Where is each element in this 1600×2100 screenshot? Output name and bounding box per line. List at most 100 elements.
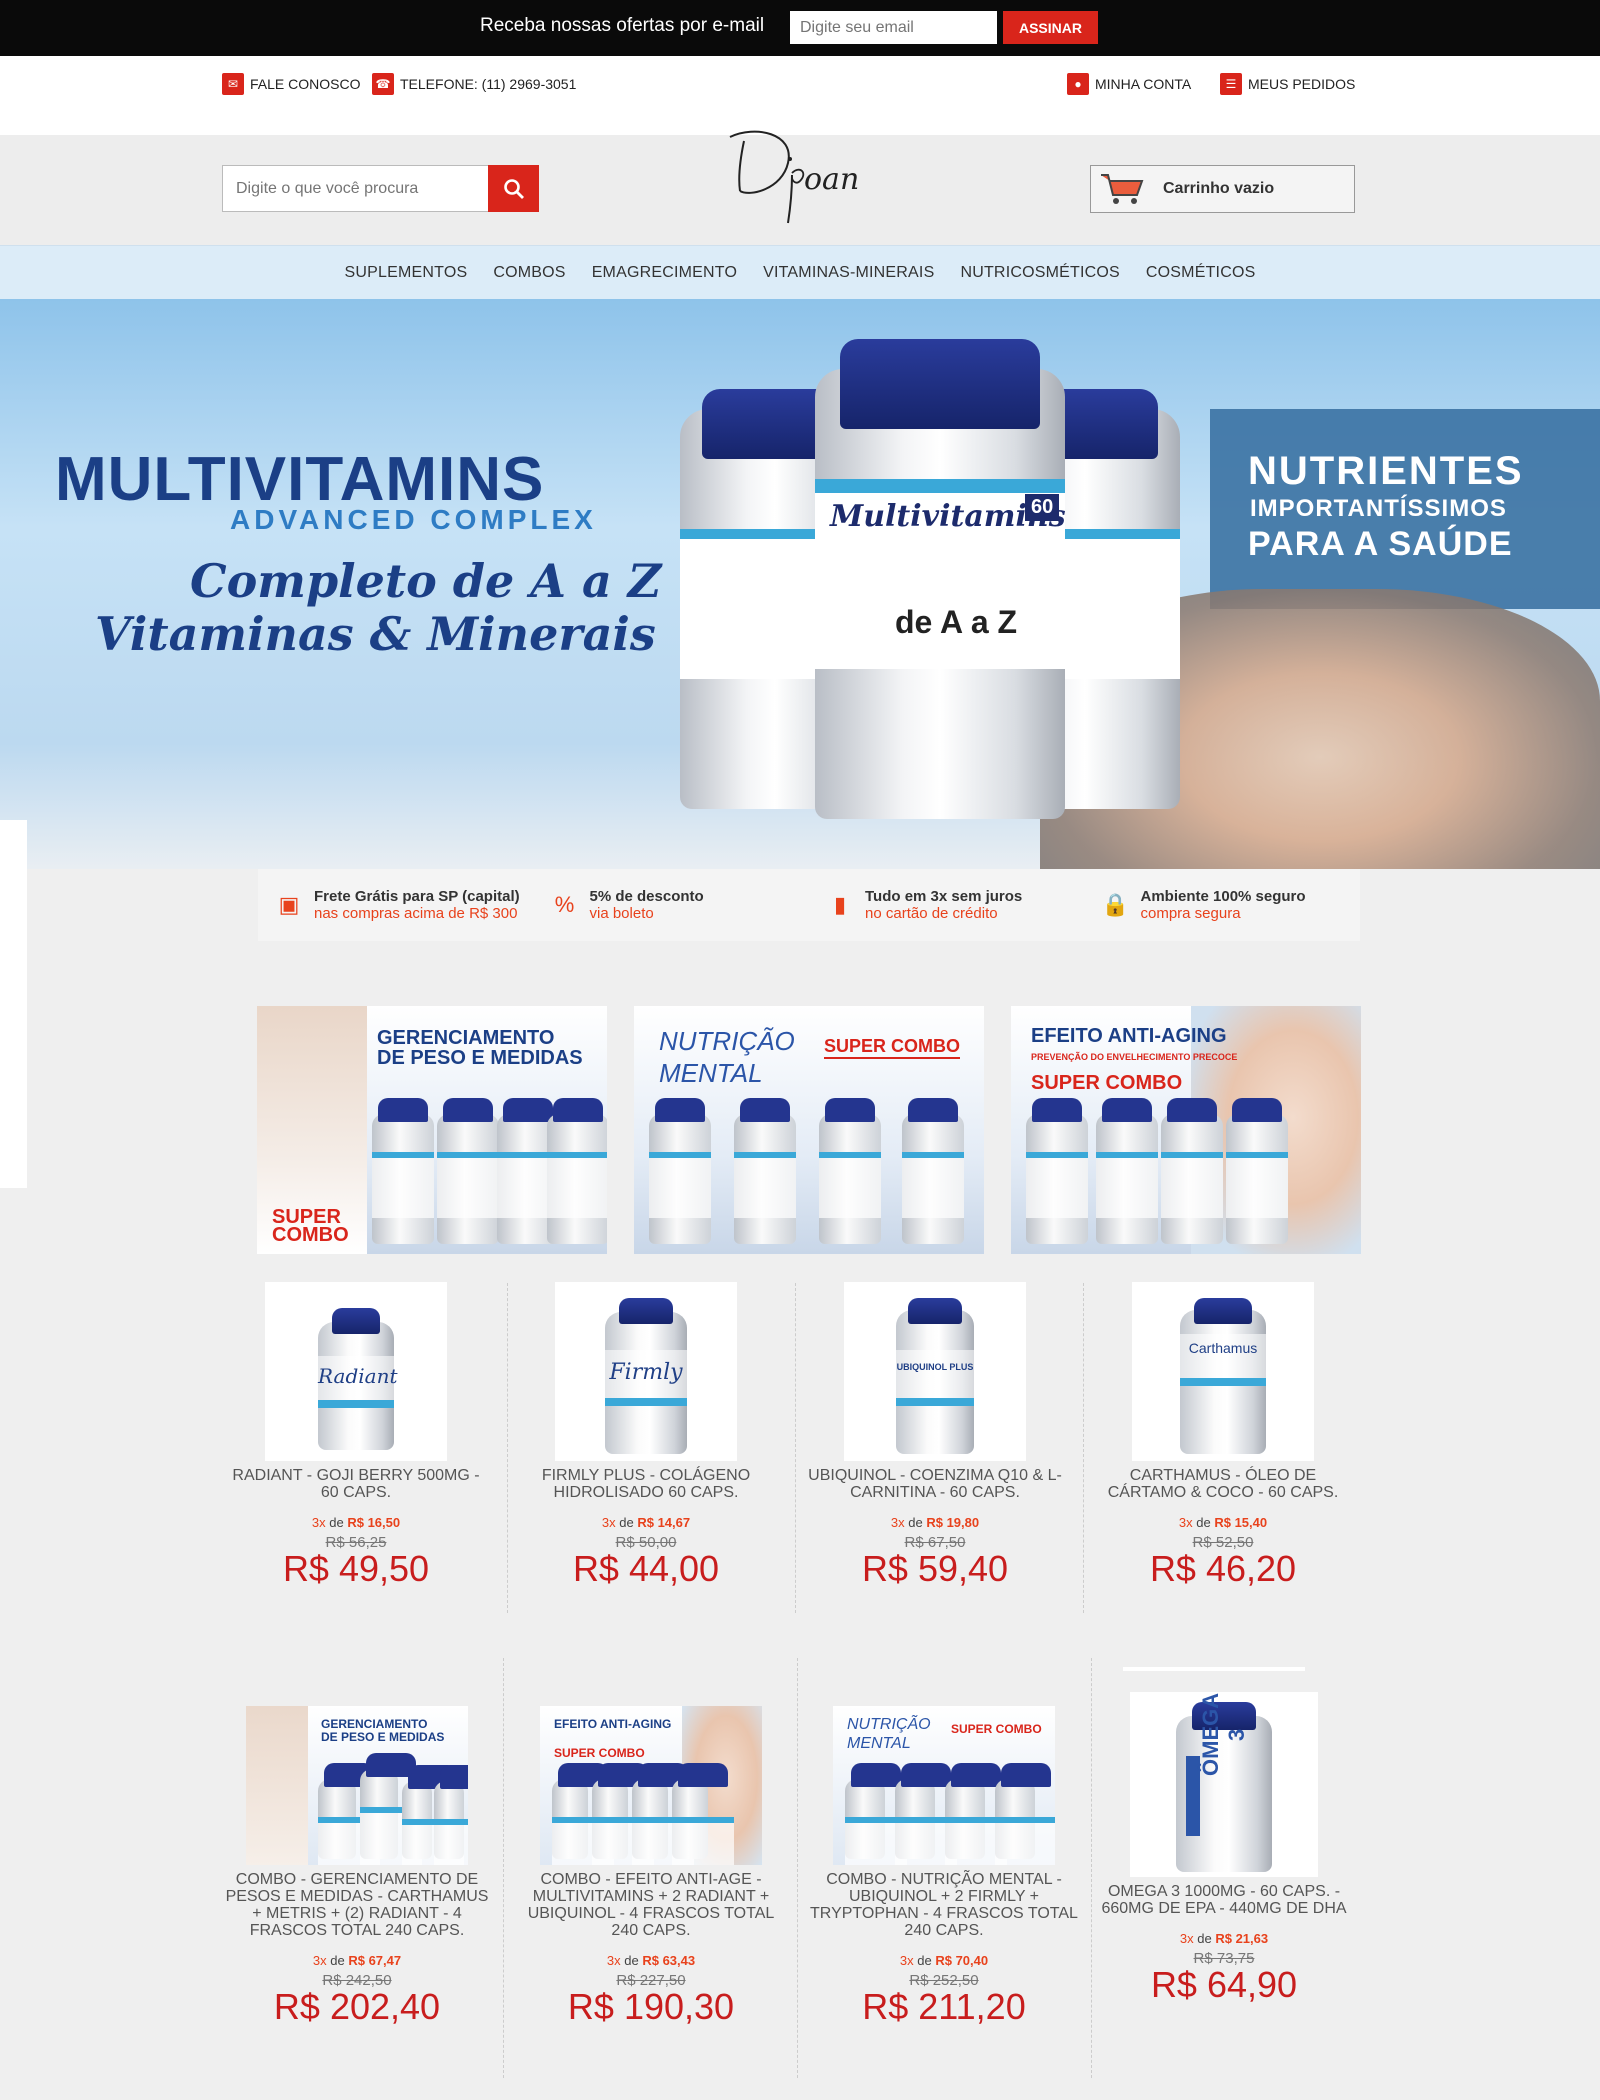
- installments-count: 3x: [1178, 1515, 1193, 1530]
- product-image[interactable]: NUTRIÇÃO MENTAL SUPER COMBO: [833, 1706, 1055, 1865]
- product-card[interactable]: UBIQUINOL PLUS UBIQUINOL - COENZIMA Q10 …: [791, 1282, 1079, 1587]
- product-name[interactable]: COMBO - EFEITO ANTI-AGE - MULTIVITAMINS …: [507, 1871, 795, 1939]
- installments-value: R$ 70,40: [935, 1953, 989, 1968]
- card-icon: ▮: [833, 892, 847, 917]
- product-image[interactable]: EFEITO ANTI-AGING SUPER COMBO: [540, 1706, 762, 1865]
- side-strip: [0, 820, 27, 1188]
- box-icon: ▣: [278, 892, 300, 917]
- benefits-bar: ▣ Frete Grátis para SP (capital) nas comp…: [258, 869, 1360, 941]
- orders-link[interactable]: ☰ MEUS PEDIDOS: [1220, 73, 1355, 95]
- product-price: R$ 49,50: [282, 1548, 430, 1589]
- product-brand-text: UBIQUINOL PLUS: [896, 1362, 974, 1372]
- product-card[interactable]: ÔMEGA 3 ​ OMEGA 3 1000MG - 60 CAPS. - 66…: [1080, 1692, 1368, 2003]
- search-button[interactable]: [488, 165, 539, 212]
- banner-subtitle: ADVANCED COMPLEX: [230, 504, 597, 535]
- installments-de: de: [1196, 1515, 1211, 1530]
- installments-de: de: [624, 1953, 639, 1968]
- product-installments: 3x de R$ 16,50: [212, 1515, 500, 1530]
- nav-item-cosmeticos[interactable]: COSMÉTICOS: [1133, 264, 1269, 282]
- combo-banner-peso[interactable]: GERENCIAMENTO DE PESO E MEDIDAS SUPER CO…: [257, 1006, 607, 1254]
- nav-item-vitaminas-minerais[interactable]: VITAMINAS-MINERAIS: [750, 264, 947, 282]
- product-installments: 3x de R$ 70,40: [800, 1953, 1088, 1968]
- combo-badge-2: COMBO: [272, 1224, 349, 1246]
- banner-right-line-3: PARA A SAÚDE: [1248, 525, 1513, 563]
- product-image[interactable]: GERENCIAMENTO DE PESO E MEDIDAS: [246, 1706, 468, 1865]
- product-name[interactable]: CARTHAMUS - ÓLEO DE CÁRTAMO & COCO - 60 …: [1079, 1467, 1367, 1501]
- bottle-az-text: de A a Z: [895, 604, 1018, 640]
- product-card[interactable]: GERENCIAMENTO DE PESO E MEDIDAS COMBO - …: [213, 1706, 501, 2025]
- installments-count: 3x: [890, 1515, 905, 1530]
- product-installments: 3x de R$ 15,40: [1079, 1515, 1367, 1530]
- installments-value: R$ 16,50: [347, 1515, 401, 1530]
- benefit-text: no cartão de crédito: [865, 905, 998, 922]
- nav-item-suplementos[interactable]: SUPLEMENTOS: [332, 264, 481, 282]
- newsletter-email-input[interactable]: [790, 11, 997, 44]
- benefit-installments: ▮ Tudo em 3x sem juros no cartão de crédi…: [809, 888, 1085, 922]
- svg-text:oan: oan: [804, 162, 859, 197]
- installments-de: de: [908, 1515, 923, 1530]
- product-image[interactable]: UBIQUINOL PLUS: [844, 1282, 1026, 1461]
- installments-value: R$ 14,67: [637, 1515, 691, 1530]
- combo-banner-antiaging[interactable]: EFEITO ANTI-AGING PREVENÇÃO DO ENVELHECI…: [1011, 1006, 1361, 1254]
- combo-subtitle: DE PESO E MEDIDAS: [377, 1047, 583, 1069]
- product-image[interactable]: Carthamus: [1132, 1282, 1314, 1461]
- product-card[interactable]: Carthamus CARTHAMUS - ÓLEO DE CÁRTAMO & …: [1079, 1282, 1367, 1587]
- percent-icon: %: [554, 892, 575, 917]
- installments-value: R$ 67,47: [348, 1953, 402, 1968]
- combo-banner-mental[interactable]: NUTRIÇÃO MENTAL SUPER COMBO: [634, 1006, 984, 1254]
- installments-de: de: [330, 1953, 345, 1968]
- product-image[interactable]: ÔMEGA 3 ​: [1130, 1692, 1318, 1877]
- hero-banner[interactable]: MULTIVITAMINS ADVANCED COMPLEX Completo …: [0, 299, 1600, 869]
- product-image[interactable]: Firmly: [555, 1282, 737, 1461]
- nav-item-emagrecimento[interactable]: EMAGRECIMENTO: [579, 264, 750, 282]
- account-label: MINHA CONTA: [1095, 76, 1192, 92]
- product-name[interactable]: UBIQUINOL - COENZIMA Q10 & L-CARNITINA -…: [791, 1467, 1079, 1501]
- banner-tagline-2: Vitaminas & Minerais: [95, 607, 656, 661]
- cart-button[interactable]: Carrinho vazio: [1090, 165, 1355, 213]
- newsletter-subscribe-button[interactable]: ASSINAR: [1003, 11, 1098, 44]
- product-name[interactable]: COMBO - GERENCIAMENTO DE PESOS E MEDIDAS…: [213, 1871, 501, 1939]
- banner-right-line-2: IMPORTANTÍSSIMOS: [1250, 495, 1507, 522]
- search-input[interactable]: [222, 165, 489, 212]
- product-card[interactable]: NUTRIÇÃO MENTAL SUPER COMBO COMBO - NUTR…: [800, 1706, 1088, 2025]
- installments-de: de: [329, 1515, 344, 1530]
- product-image[interactable]: Radiant: [265, 1282, 447, 1461]
- installments-count: 3x: [601, 1515, 616, 1530]
- product-name[interactable]: COMBO - NUTRIÇÃO MENTAL - UBIQUINOL + 2 …: [800, 1871, 1088, 1939]
- installments-count: 3x: [1179, 1931, 1194, 1946]
- product-card[interactable]: EFEITO ANTI-AGING SUPER COMBO COMBO - EF…: [507, 1706, 795, 2025]
- product-name[interactable]: RADIANT - GOJI BERRY 500MG - 60 CAPS.: [212, 1467, 500, 1501]
- benefit-text: via boleto: [589, 905, 654, 922]
- benefit-text: compra segura: [1140, 905, 1241, 922]
- product-price: R$ 211,20: [862, 1986, 1026, 2027]
- combo-title: GERENCIAMENTO: [377, 1027, 555, 1049]
- account-link[interactable]: ● MINHA CONTA: [1067, 73, 1191, 95]
- product-card[interactable]: Firmly FIRMLY PLUS - COLÁGENO HIDROLISAD…: [502, 1282, 790, 1587]
- bottle-count: 60: [1025, 494, 1060, 521]
- cart-label: Carrinho vazio: [1163, 180, 1275, 197]
- combo-thumb-subtitle: MENTAL: [847, 1735, 911, 1752]
- benefit-title: 5% de desconto: [589, 888, 704, 905]
- orders-label: MEUS PEDIDOS: [1248, 76, 1356, 92]
- nav-item-combos[interactable]: COMBOS: [480, 264, 578, 282]
- product-brand-text: Carthamus: [1188, 1340, 1258, 1356]
- combo-subtitle: MENTAL: [659, 1058, 763, 1088]
- logo[interactable]: oan: [700, 115, 880, 225]
- product-name[interactable]: OMEGA 3 1000MG - 60 CAPS. - 660MG DE EPA…: [1080, 1883, 1368, 1917]
- card-highlight: [1123, 1667, 1305, 1671]
- main-nav: SUPLEMENTOS COMBOS EMAGRECIMENTO VITAMIN…: [0, 245, 1600, 299]
- product-price: R$ 59,40: [861, 1548, 1009, 1589]
- installments-de: de: [917, 1953, 932, 1968]
- installments-value: R$ 19,80: [926, 1515, 980, 1530]
- benefit-text: nas compras acima de R$ 300: [314, 905, 518, 922]
- product-installments: 3x de R$ 14,67: [502, 1515, 790, 1530]
- contact-link[interactable]: ✉ FALE CONOSCO: [222, 73, 360, 95]
- nav-item-nutricosmeticos[interactable]: NUTRICOSMÉTICOS: [947, 264, 1132, 282]
- installments-count: 3x: [899, 1953, 914, 1968]
- product-card[interactable]: Radiant RADIANT - GOJI BERRY 500MG - 60 …: [212, 1282, 500, 1587]
- product-name[interactable]: FIRMLY PLUS - COLÁGENO HIDROLISADO 60 CA…: [502, 1467, 790, 1501]
- divider: [797, 1658, 798, 2078]
- installments-de: de: [1197, 1931, 1212, 1946]
- combo-badge: SUPER COMBO: [1031, 1072, 1183, 1094]
- benefit-free-shipping: ▣ Frete Grátis para SP (capital) nas comp…: [258, 888, 534, 922]
